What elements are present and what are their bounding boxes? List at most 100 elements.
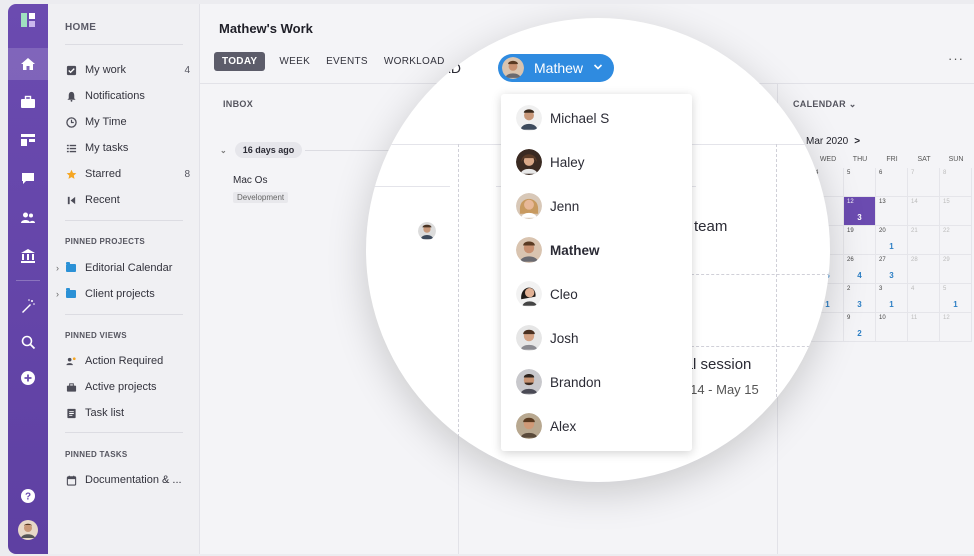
- chevron-down-icon[interactable]: ⌄: [220, 146, 227, 155]
- user-select-button[interactable]: Mathew: [498, 54, 614, 82]
- user-option-haley[interactable]: Haley: [516, 147, 585, 177]
- sidebar-item-starred[interactable]: Starred 8: [65, 164, 190, 184]
- user-option-mathew[interactable]: Mathew: [516, 235, 600, 265]
- calendar-date-number: 13: [879, 199, 886, 205]
- sidebar-view-active-projects[interactable]: Active projects: [65, 377, 190, 397]
- profile-avatar[interactable]: [8, 516, 48, 544]
- user-avatar: [516, 413, 542, 439]
- app-logo-icon[interactable]: [8, 6, 48, 34]
- sidebar-project-editorial-calendar[interactable]: › Editorial Calendar: [56, 258, 186, 278]
- sidebar-item-notifications[interactable]: Notifications: [65, 86, 190, 106]
- clock-icon: [65, 116, 77, 128]
- calendar-date-number: 27: [879, 257, 886, 263]
- sidebar-project-client-projects[interactable]: › Client projects: [56, 284, 186, 304]
- calendar-date-number: 8: [943, 170, 947, 176]
- calendar-day-cell[interactable]: 12 3: [844, 197, 876, 226]
- tab-today[interactable]: TODAY: [214, 52, 266, 71]
- pinned-projects-heading: PINNED PROJECTS: [65, 237, 146, 246]
- add-icon[interactable]: [8, 364, 48, 392]
- calendar-day-header: SUN: [948, 156, 964, 163]
- calendar-date-number: 3: [879, 286, 883, 292]
- tab-events[interactable]: EVENTS: [326, 56, 368, 67]
- calendar-day-cell[interactable]: 8: [940, 168, 972, 197]
- user-option-josh[interactable]: Josh: [516, 323, 579, 353]
- briefcase-icon[interactable]: [8, 88, 48, 116]
- tab-workload-magnified[interactable]: OAD: [430, 60, 461, 76]
- calendar-date-number: 7: [911, 170, 915, 176]
- calendar-date-number: 29: [943, 257, 950, 263]
- user-avatar: [516, 281, 542, 307]
- magic-wand-icon[interactable]: [8, 292, 48, 320]
- user-option-jenn[interactable]: Jenn: [516, 191, 579, 221]
- group-header[interactable]: ⌄ 16 days ago: [220, 142, 303, 158]
- user-option-alex[interactable]: Alex: [516, 411, 576, 441]
- calendar-day-cell[interactable]: 21: [908, 226, 940, 255]
- calendar-day-cell[interactable]: 4: [908, 284, 940, 313]
- calendar-day-cell[interactable]: 19: [844, 226, 876, 255]
- calendar-day-cell[interactable]: 31: [876, 284, 908, 313]
- sidebar-item-my-tasks[interactable]: My tasks: [65, 138, 190, 158]
- calendar-day-cell[interactable]: 23: [844, 284, 876, 313]
- sidebar-item-label: My Time: [85, 116, 127, 128]
- calendar-day-cell[interactable]: 11: [908, 313, 940, 342]
- calendar-day-cell[interactable]: 27 3: [876, 255, 908, 284]
- sidebar-divider: [65, 220, 183, 221]
- calendar-day-cell[interactable]: 28: [908, 255, 940, 284]
- calendar-event-count: 3: [889, 271, 894, 280]
- calendar-day-cell[interactable]: 20 1: [876, 226, 908, 255]
- sidebar-item-label: Documentation & ...: [85, 474, 182, 486]
- chevron-right-icon[interactable]: ›: [56, 263, 66, 273]
- calendar-day-cell[interactable]: 29: [940, 255, 972, 284]
- sidebar-item-label: Task list: [85, 407, 125, 419]
- home-icon[interactable]: [8, 50, 48, 78]
- calendar-date-number: 14: [911, 199, 918, 205]
- sidebar-item-label: My tasks: [85, 142, 129, 154]
- folder-icon: [66, 262, 76, 272]
- sidebar-item-recent[interactable]: Recent: [65, 190, 190, 210]
- team-icon[interactable]: [8, 204, 48, 232]
- search-icon[interactable]: [8, 328, 48, 356]
- bell-icon: [65, 90, 77, 102]
- calendar-event-count: 1: [953, 300, 958, 309]
- assignee-avatar[interactable]: [418, 222, 436, 240]
- calendar-day-cell[interactable]: 10: [876, 313, 908, 342]
- calendar-day-cell[interactable]: 6: [876, 168, 908, 197]
- sidebar: HOME My work 4 Notifications My Time My …: [48, 4, 200, 554]
- bank-icon[interactable]: [8, 242, 48, 270]
- chat-icon[interactable]: [8, 164, 48, 192]
- user-option-cleo[interactable]: Cleo: [516, 279, 578, 309]
- event-title-team[interactable]: team: [694, 218, 727, 235]
- calendar-day-cell[interactable]: 22: [940, 226, 972, 255]
- calendar-day-cell[interactable]: 14: [908, 197, 940, 226]
- sidebar-view-action-required[interactable]: Action Required: [65, 351, 190, 371]
- calendar-day-cell[interactable]: 7: [908, 168, 940, 197]
- help-icon[interactable]: ?: [8, 482, 48, 510]
- sidebar-view-task-list[interactable]: Task list: [65, 403, 190, 423]
- user-option-label: Jenn: [550, 198, 580, 214]
- task-title[interactable]: Mac Os: [233, 175, 267, 186]
- calendar-day-cell[interactable]: 51: [940, 284, 972, 313]
- user-option-michael-s[interactable]: Michael S: [516, 103, 609, 133]
- calendar-day-cell[interactable]: 12: [940, 313, 972, 342]
- board-icon[interactable]: [8, 126, 48, 154]
- sidebar-item-my-time[interactable]: My Time: [65, 112, 190, 132]
- next-month-icon[interactable]: >: [854, 136, 860, 147]
- user-option-label: Alex: [550, 418, 577, 434]
- sidebar-item-my-work[interactable]: My work 4: [65, 60, 190, 80]
- tab-week[interactable]: WEEK: [279, 56, 310, 67]
- sidebar-home-heading[interactable]: HOME: [65, 22, 96, 33]
- calendar-day-cell[interactable]: 15: [940, 197, 972, 226]
- more-options-icon[interactable]: ···: [948, 51, 964, 66]
- calendar-day-cell[interactable]: 5: [844, 168, 876, 197]
- sidebar-task-documentation[interactable]: Documentation & ...: [65, 470, 190, 490]
- calendar-event-count: 3: [857, 300, 862, 309]
- calendar-day-cell[interactable]: 13: [876, 197, 908, 226]
- calendar-date-number: 9: [847, 315, 851, 321]
- sidebar-divider: [65, 432, 183, 433]
- calendar-date-number: 2: [847, 286, 851, 292]
- chevron-right-icon[interactable]: ›: [56, 289, 66, 299]
- calendar-day-cell[interactable]: 92: [844, 313, 876, 342]
- group-label: 16 days ago: [234, 142, 303, 158]
- user-option-brandon[interactable]: Brandon: [516, 367, 601, 397]
- calendar-day-cell[interactable]: 26 4: [844, 255, 876, 284]
